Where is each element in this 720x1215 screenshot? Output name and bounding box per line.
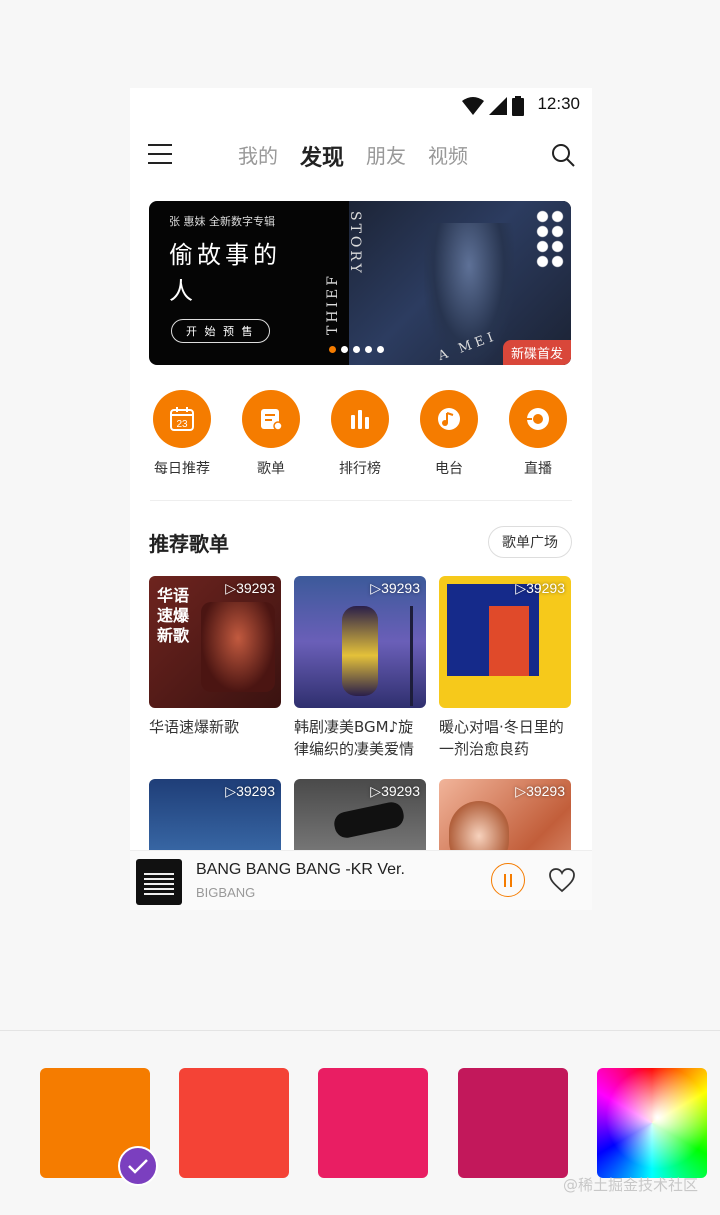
play-count: ▷39293 xyxy=(225,580,275,596)
quick-link-daily[interactable]: 23 每日推荐 xyxy=(142,390,222,478)
color-swatch-pink[interactable] xyxy=(318,1068,428,1178)
quick-link-live[interactable]: 直播 xyxy=(498,390,578,478)
tab-video[interactable]: 视频 xyxy=(428,140,468,172)
playlist-name: 暖心对唱·冬日里的一剂治愈良药 xyxy=(439,718,564,758)
quick-link-label: 直播 xyxy=(524,461,552,477)
banner-dot[interactable] xyxy=(365,346,372,353)
tab-discover[interactable]: 发现 xyxy=(300,140,344,172)
quick-link-charts[interactable]: 排行榜 xyxy=(320,390,400,478)
play-count: ▷39293 xyxy=(515,580,565,596)
section-title: 推荐歌单 xyxy=(149,532,229,556)
banner-artist: 张 惠妹 全新数字专辑 xyxy=(169,215,275,228)
banner-dot[interactable] xyxy=(377,346,384,353)
quick-link-label: 排行榜 xyxy=(339,461,381,477)
banner-lights xyxy=(535,209,565,269)
banner-pagination xyxy=(329,346,384,353)
playlist-cover: ▷39293 xyxy=(439,576,571,708)
banner-presale-button[interactable]: 开 始 预 售 xyxy=(171,319,270,343)
selected-check-icon xyxy=(118,1146,158,1186)
heart-icon[interactable] xyxy=(548,867,576,893)
playlist-square-button[interactable]: 歌单广场 xyxy=(488,526,572,558)
banner-badge: 新碟首发 xyxy=(502,340,571,365)
play-count: ▷39293 xyxy=(515,783,565,799)
banner-title: 偷故事的人 xyxy=(169,241,281,305)
song-title: BANG BANG BANG -KR Ver. xyxy=(196,861,405,878)
color-swatch-red[interactable] xyxy=(179,1068,289,1178)
phone-screen: 12:30 我的 发现 朋友 视频 张 惠妹 全新数字专辑 偷故事的人 开 始 … xyxy=(130,88,592,910)
banner-thief-text: THIEF xyxy=(325,273,341,336)
chart-bars-icon xyxy=(351,410,369,429)
divider xyxy=(150,500,572,501)
tab-friends[interactable]: 朋友 xyxy=(366,140,406,172)
live-icon xyxy=(527,408,549,430)
play-count: ▷39293 xyxy=(225,783,275,799)
quick-link-label: 每日推荐 xyxy=(154,461,210,477)
signal-icon xyxy=(489,97,507,115)
status-time: 12:30 xyxy=(537,94,580,113)
mini-player[interactable]: BANG BANG BANG -KR Ver. BIGBANG xyxy=(130,850,592,910)
quick-link-label: 歌单 xyxy=(257,461,285,477)
play-count: ▷39293 xyxy=(370,580,420,596)
cover-text: 华语速爆新歌 xyxy=(157,586,190,645)
quick-link-radio[interactable]: 电台 xyxy=(409,390,489,478)
radio-icon xyxy=(438,408,460,430)
album-art xyxy=(136,859,182,905)
quick-links: 23 每日推荐 歌单 排行榜 电台 直播 xyxy=(130,390,592,482)
battery-icon xyxy=(512,96,524,116)
top-nav: 我的 发现 朋友 视频 xyxy=(130,136,592,176)
status-bar: 12:30 xyxy=(130,88,592,122)
watermark: @稀土掘金技术社区 xyxy=(562,1176,698,1194)
playlist-name: 韩剧凄美BGM♪旋律编织的凄美爱情 xyxy=(294,718,415,758)
playlist-cover: ▷39293 xyxy=(294,576,426,708)
menu-icon[interactable] xyxy=(148,144,172,166)
banner-dot[interactable] xyxy=(329,346,336,353)
calendar-icon: 23 xyxy=(170,407,194,431)
playlist-card[interactable]: 华语速爆新歌 ▷39293 华语速爆新歌 xyxy=(149,576,281,738)
custom-color-picker[interactable] xyxy=(597,1068,707,1178)
quick-link-playlist[interactable]: 歌单 xyxy=(231,390,311,478)
color-swatch-crimson[interactable] xyxy=(458,1068,568,1178)
nav-tabs: 我的 发现 朋友 视频 xyxy=(238,140,468,172)
song-artist: BIGBANG xyxy=(196,885,256,900)
banner-story-text: STORY xyxy=(347,211,363,276)
banner-dot[interactable] xyxy=(353,346,360,353)
playlist-name: 华语速爆新歌 xyxy=(149,718,240,736)
play-count: ▷39293 xyxy=(370,783,420,799)
svg-text:23: 23 xyxy=(176,419,188,430)
playlist-icon xyxy=(261,409,283,431)
pause-button[interactable] xyxy=(491,863,525,897)
promo-banner[interactable]: 张 惠妹 全新数字专辑 偷故事的人 开 始 预 售 STORY THIEF A … xyxy=(149,201,571,365)
tab-mine[interactable]: 我的 xyxy=(238,140,278,172)
banner-dot[interactable] xyxy=(341,346,348,353)
playlist-card[interactable]: ▷39293 暖心对唱·冬日里的一剂治愈良药 xyxy=(439,576,571,760)
quick-link-label: 电台 xyxy=(435,461,463,477)
search-icon[interactable] xyxy=(550,142,576,168)
playlist-cover: 华语速爆新歌 ▷39293 xyxy=(149,576,281,708)
playlist-card[interactable]: ▷39293 韩剧凄美BGM♪旋律编织的凄美爱情 xyxy=(294,576,426,760)
wifi-icon xyxy=(462,97,484,115)
